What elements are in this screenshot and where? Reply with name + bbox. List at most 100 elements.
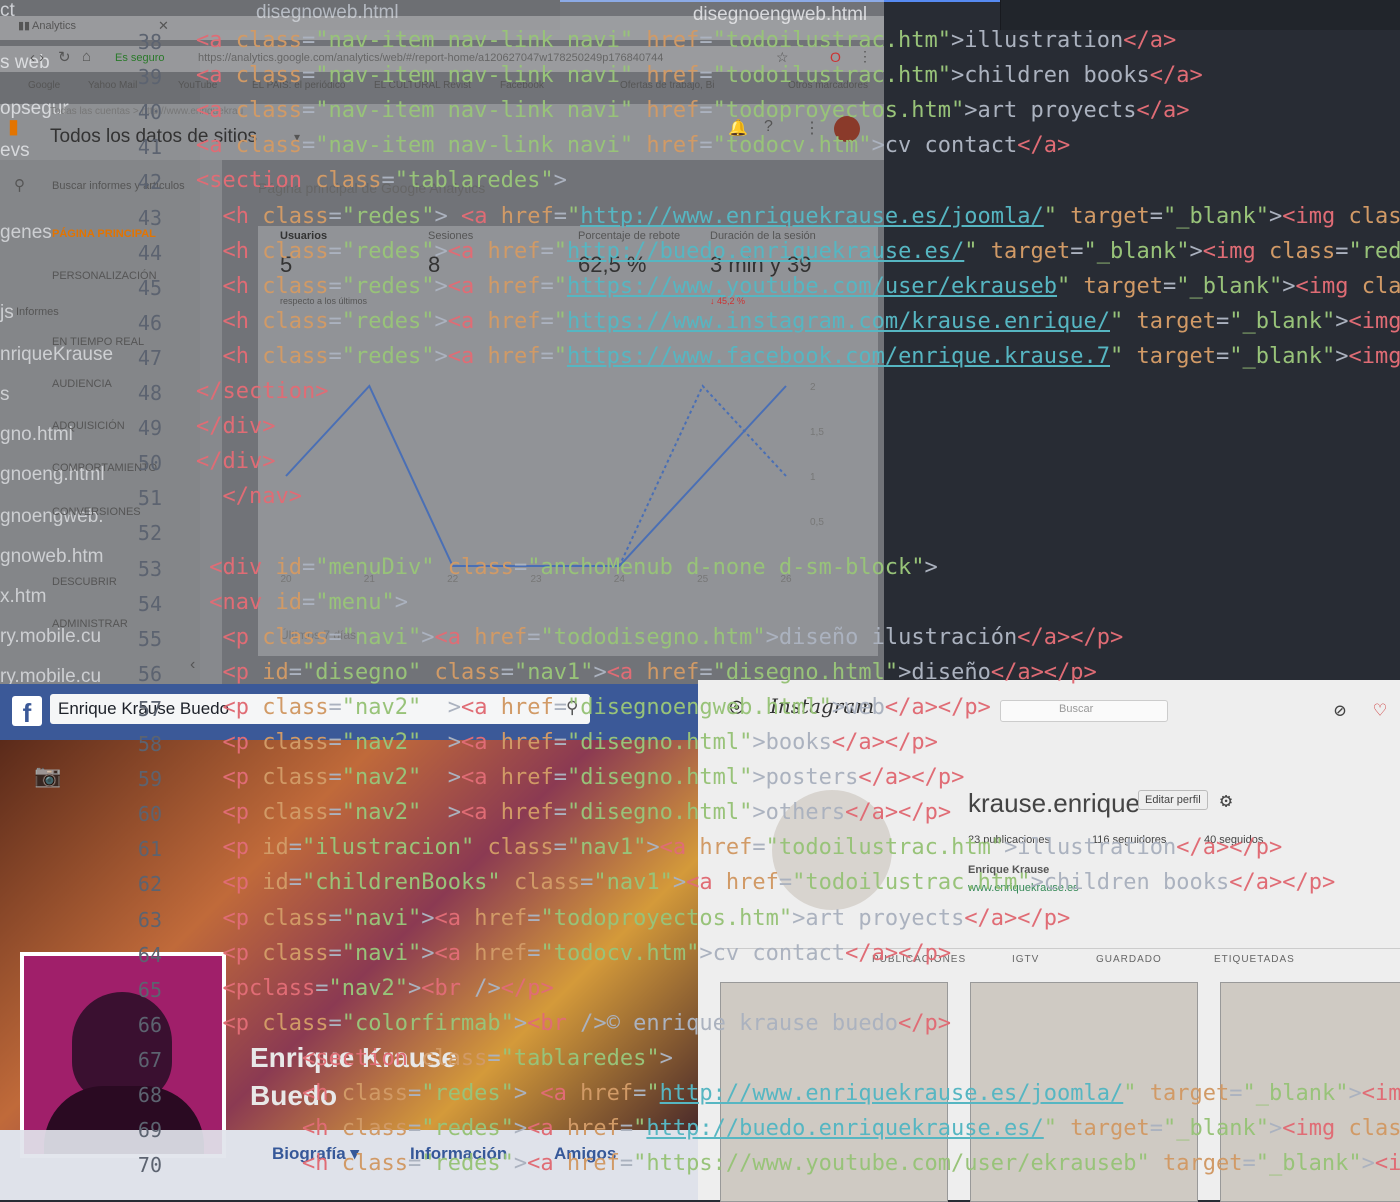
code-line[interactable]: </div> [196,414,275,439]
code-line[interactable]: <p class="colorfirmab"><br />© enrique k… [196,1010,952,1036]
code-token: class [262,238,329,264]
code-token: <h [222,308,250,334]
code-token: <a [447,238,475,264]
code-token: https://www.facebook.com/enrique.krause.… [566,343,1110,369]
code-token: <section [196,168,302,194]
code-token: </a></p> [1176,835,1283,861]
code-line[interactable]: <h class="redes"><a href="https://www.yo… [196,274,1400,299]
code-line[interactable]: <section class="tablaredes"> [196,1046,673,1071]
code-token: target [1083,273,1163,299]
code-token: <a [434,940,461,966]
code-line[interactable]: <h class="redes"><a href="http://buedo.e… [196,239,1400,264]
code-token: href [487,308,541,334]
code-line[interactable]: <nav id="menu"> [196,590,408,615]
code-line[interactable]: </nav> [196,484,302,509]
code-line[interactable]: <p class="nav2" ><a href="disegnoengweb.… [196,695,991,720]
code-token: </nav> [222,484,302,510]
line-number: 63 [137,907,162,932]
code-token: <section [301,1045,408,1071]
code-token: target [1070,1116,1150,1142]
code-token: "nav-item nav-link navi" [315,63,634,89]
code-token: <a [460,203,488,229]
code-token: "https://www.youtube.com/user/ekrauseb" [553,273,1071,299]
code-token: <p [222,624,250,650]
code-line[interactable]: <h class="redes"><a href="https://www.in… [196,309,1400,334]
code-token: <img [1282,1116,1336,1142]
code-line[interactable]: </section> [196,379,328,404]
code-token: class [487,835,554,861]
line-number: 67 [137,1047,162,1072]
code-token: "redes" [341,203,435,229]
code-token: "todoilustrac.htm" [792,870,1031,896]
code-token: class [235,28,302,53]
code-line[interactable]: <p class="nav2" ><a href="disegno.html">… [196,800,952,825]
code-token: "nav2" [328,975,408,1001]
code-token: <nav [209,589,263,615]
code-token: href [699,835,753,861]
code-token: <a [460,694,488,720]
code-token: target [1149,1081,1230,1106]
code-token: "nav-item nav-link navi" [315,98,634,124]
code-line[interactable]: <p class="navi"><a href="tododisegno.htm… [196,624,1124,650]
code-line[interactable]: <h class="redes"> <a href="http://www.en… [196,1081,1400,1106]
code-token: <h [222,203,250,229]
code-token: </p> [898,1010,952,1036]
code-line[interactable]: <p class="nav2" ><a href="disegno.html">… [196,765,965,791]
code-line[interactable]: <p class="navi"><a href="todocv.htm">cv … [196,940,952,966]
line-number: 57 [137,696,162,721]
code-token: "https://www.facebook.com/enrique.krause… [553,343,1124,369]
code-token: </a></p> [990,659,1097,685]
code-line[interactable]: <p id="ilustracion" class="nav1"><a href… [196,835,1283,861]
code-token: href [500,765,554,791]
code-token: "tablaredes" [394,168,554,194]
code-token: <p [222,659,250,685]
code-line[interactable]: <p id="childrenBooks" class="nav1"><a hr… [196,870,1336,896]
code-token: </p> [500,975,554,1001]
code-line[interactable]: <h class="redes"><a href="https://www.yo… [196,1151,1400,1176]
code-line[interactable]: <p class="navi"><a href="todoproyectos.h… [196,906,1071,931]
code-token: class [262,694,329,720]
code-token: "redes" [421,1151,514,1177]
code-line[interactable]: <a class="nav-item nav-link navi" href="… [196,98,1189,123]
code-token: href [566,1151,620,1177]
code-token: <a [659,835,687,861]
code-token: <h [222,273,250,299]
code-token: "navi" [341,940,422,966]
code-token: clas [1361,273,1400,299]
code-line[interactable]: <div id="menuDiv" class="anchoMenub d-no… [196,555,938,580]
code-token: <p [222,730,250,755]
code-line[interactable]: <h class="redes"><a href="http://buedo.e… [196,1116,1400,1141]
code-token: <a [540,1081,567,1106]
code-line[interactable]: <h class="redes"><a href="https://www.fa… [196,344,1400,369]
code-line[interactable]: <section class="tablaredes"> [196,168,567,193]
code-token: <h [301,1116,329,1142]
code-token: target [1136,343,1216,369]
code-token: "navi" [341,624,422,650]
code-token: "childrenBooks" [302,870,501,896]
code-line[interactable]: </div> [196,449,275,474]
line-number: 54 [137,591,162,616]
code-token: <a [196,133,223,159]
line-number: 38 [137,30,162,54]
code-token: "todoilustrac.htm" [712,63,952,89]
code-token: <img [1282,203,1336,229]
line-number: 43 [137,205,162,230]
code-line[interactable]: <h class="redes"> <a href="http://www.en… [196,204,1400,229]
code-token: <a [460,730,488,755]
code-token: <img [1202,238,1256,264]
code-line[interactable]: <a class="nav-item nav-link navi" href="… [196,133,1070,158]
code-token: href [487,273,541,299]
line-number: 42 [137,170,162,195]
code-token: </a></p> [831,730,938,755]
code-token: target [1136,308,1216,334]
code-line[interactable]: <a class="nav-item nav-link navi" href="… [196,28,1176,53]
code-line[interactable]: <p id="disegno" class="nav1"><a href="di… [196,660,1097,685]
code-line[interactable]: <a class="nav-item nav-link navi" href="… [196,63,1203,88]
code-token: "redes" [341,273,435,299]
line-number: 58 [137,732,162,756]
code-token: "rede [1348,238,1400,264]
line-number: 56 [137,661,162,686]
code-line[interactable]: <p class="nav2" ><a href="disegno.html">… [196,730,938,755]
code-token: "colorfirmab" [341,1010,514,1036]
code-line[interactable]: <pclass="nav2"><br /></p> [196,976,554,1001]
